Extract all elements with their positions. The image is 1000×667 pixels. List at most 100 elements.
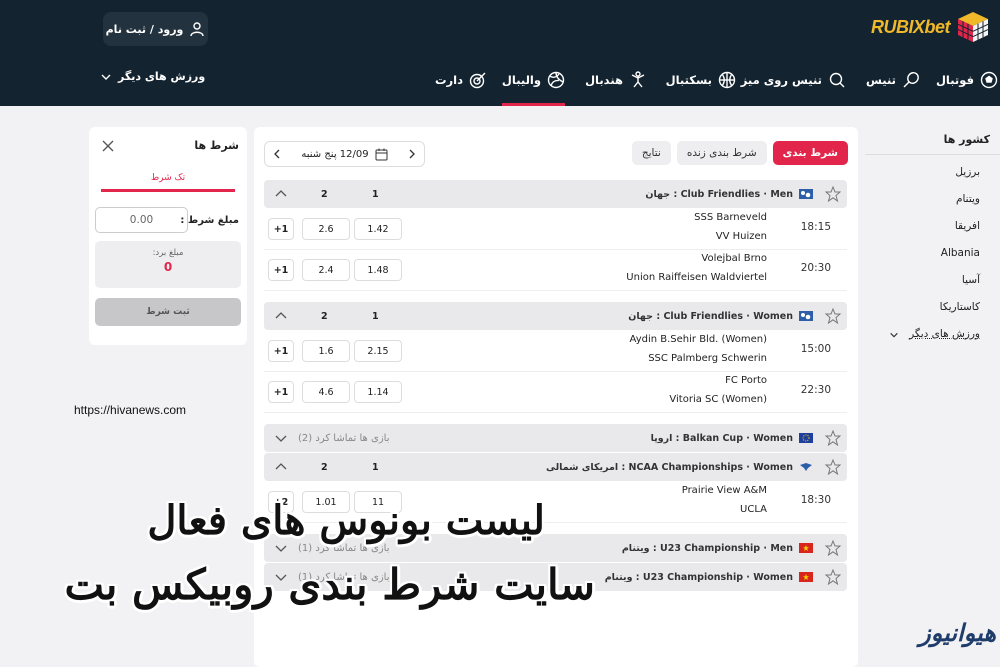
nav-label-handball: هندبال <box>585 73 623 87</box>
overlay-headline-2: سایت شرط بندی روبیکس بت <box>64 560 596 609</box>
country-item[interactable]: افریقا <box>865 213 1000 240</box>
more-sports-dropdown[interactable]: ورزش های دیگر <box>100 70 205 83</box>
logo-text: RUBIXbet <box>870 16 951 37</box>
match-row[interactable]: 15:00 Aydin B.Sehir Bld. (Women) SSC Pal… <box>264 331 847 372</box>
user-icon <box>190 22 205 37</box>
sports-nav: فوتبال تنیس تنیس روی میز بسکتبال هندبال … <box>0 58 1000 106</box>
table-tennis-icon <box>829 72 845 88</box>
odds-header-2: 2 <box>321 461 328 473</box>
odd-button-1[interactable]: 2.15 <box>354 340 402 362</box>
tab-prematch[interactable]: شرط بندی <box>772 141 848 165</box>
league-header[interactable]: Club Friendlies · Men : جهان 1 2 <box>264 180 847 208</box>
countries-title: کشور ها <box>865 127 1000 155</box>
nav-item-volleyball[interactable]: والیبال <box>501 68 566 106</box>
stake-input[interactable]: 0.00 <box>95 207 188 233</box>
country-item[interactable]: برزیل <box>865 159 1000 186</box>
calendar-icon[interactable] <box>375 148 388 161</box>
odds-header-2: 2 <box>321 310 328 322</box>
watched-count: بازی ها تماشا کرد (1) <box>298 542 390 554</box>
nav-item-basketball[interactable]: بسکتبال <box>666 68 736 92</box>
odd-button-1[interactable]: 1.48 <box>354 259 402 281</box>
odd-button-2[interactable]: 2.4 <box>302 259 350 281</box>
team-home: Aydin B.Sehir Bld. (Women) <box>629 334 767 345</box>
world-map-icon <box>799 311 813 321</box>
star-icon[interactable] <box>825 569 841 585</box>
country-item[interactable]: Albania <box>865 240 1000 267</box>
nav-item-table-tennis[interactable]: تنیس روی میز <box>741 68 846 92</box>
more-markets-button[interactable]: +1 <box>268 381 294 403</box>
nav-label-tennis: تنیس <box>866 73 896 87</box>
nav-item-football[interactable]: فوتبال <box>936 68 998 92</box>
darts-icon <box>469 72 486 89</box>
nav-label-basketball: بسکتبال <box>665 73 712 87</box>
vietnam-flag-icon <box>799 543 813 553</box>
tab-results[interactable]: نتایج <box>631 141 671 165</box>
star-icon[interactable] <box>825 540 841 556</box>
odd-button-2[interactable]: 1.6 <box>302 340 350 362</box>
match-time: 20:30 <box>800 262 831 274</box>
odd-button-2[interactable]: 2.6 <box>302 218 350 240</box>
league-header[interactable]: Balkan Cup · Women : اروپا بازی ها تماشا… <box>264 424 847 452</box>
betslip-title: شرط ها <box>194 139 239 152</box>
more-markets-button[interactable]: +1 <box>268 340 294 362</box>
odd-button-1[interactable]: 1.14 <box>354 381 402 403</box>
nav-label-table-tennis: تنیس روی میز <box>740 73 822 87</box>
match-row[interactable]: 18:15 SSS Barneveld VV Huizen 1.42 2.6 +… <box>264 209 847 250</box>
nav-label-football: فوتبال <box>935 73 974 87</box>
league-header[interactable]: NCAA Championships · Women : امریکای شما… <box>264 453 847 481</box>
nav-item-handball[interactable]: هندبال <box>585 68 647 92</box>
football-icon <box>980 71 998 89</box>
team-away: UCLA <box>740 504 767 515</box>
chevron-up-icon[interactable] <box>274 187 288 201</box>
country-item[interactable]: ویتنام <box>865 186 1000 213</box>
chevron-up-icon[interactable] <box>274 309 288 323</box>
league-header[interactable]: Club Friendlies · Women : جهان 1 2 <box>264 302 847 330</box>
more-markets-button[interactable]: +1 <box>268 218 294 240</box>
bet-tabs: شرط بندی شرط بندی زنده نتایج <box>631 141 848 165</box>
match-time: 22:30 <box>800 384 831 396</box>
star-icon[interactable] <box>825 186 841 202</box>
more-sports-label: ورزش های دیگر <box>118 70 206 83</box>
nav-item-darts[interactable]: دارت <box>435 68 487 92</box>
nav-label-darts: دارت <box>434 73 463 87</box>
logo[interactable]: RUBIXbet <box>871 10 990 44</box>
tab-single-bet[interactable]: تک شرط <box>101 173 235 192</box>
chevron-right-icon[interactable] <box>406 149 416 159</box>
more-sports-sidebar-label: ورزش های دیگر <box>909 328 980 340</box>
more-sports-sidebar[interactable]: ورزش های دیگر <box>865 321 1000 348</box>
login-register-button[interactable]: ورود / ثبت نام <box>103 12 208 46</box>
betslip: شرط ها تک شرط مبلغ شرط : 0.00 مبلغ برد: … <box>89 127 247 345</box>
match-row[interactable]: 20:30 Volejbal Brno Union Raiffeisen Wal… <box>264 250 847 291</box>
potential-win-label: مبلغ برد: <box>152 248 184 258</box>
vietnam-flag-icon <box>799 572 813 582</box>
odds-header-1: 1 <box>372 461 379 473</box>
login-register-label: ورود / ثبت نام <box>105 22 184 36</box>
team-home: Prairie View A&M <box>681 485 767 496</box>
odds-header-1: 1 <box>372 188 379 200</box>
overlay-headline-1: لیست بونوس های فعال <box>147 497 545 544</box>
chevron-down-icon[interactable] <box>274 431 288 445</box>
star-icon[interactable] <box>825 308 841 324</box>
place-bet-button[interactable]: ثبت شرط <box>95 298 241 326</box>
team-home: SSS Barneveld <box>694 212 767 223</box>
odd-button-2[interactable]: 4.6 <box>302 381 350 403</box>
odd-button-1[interactable]: 1.42 <box>354 218 402 240</box>
star-icon[interactable] <box>825 430 841 446</box>
tab-live[interactable]: شرط بندی زنده <box>676 141 767 165</box>
chevron-up-icon[interactable] <box>274 460 288 474</box>
more-markets-button[interactable]: +1 <box>268 259 294 281</box>
league-name: Balkan Cup · Women : اروپا <box>650 432 793 444</box>
chevron-left-icon[interactable] <box>273 149 283 159</box>
country-item[interactable]: کاستاریکا <box>865 294 1000 321</box>
rubik-cube-icon <box>957 12 989 42</box>
close-icon[interactable] <box>101 139 115 153</box>
stake-label: مبلغ شرط : <box>180 215 239 226</box>
watermark-logo: هیوانیوز <box>919 618 996 647</box>
watched-count: بازی ها تماشا کرد (2) <box>298 432 390 444</box>
match-row[interactable]: 22:30 FC Porto Vitoria SC (Women) 1.14 4… <box>264 372 847 413</box>
league-name: U23 Championship · Women : ویتنام <box>604 571 793 583</box>
country-item[interactable]: آسیا <box>865 267 1000 294</box>
date-label: 12/09 پنج شنبه <box>301 148 369 160</box>
star-icon[interactable] <box>825 459 841 475</box>
nav-item-tennis[interactable]: تنیس <box>866 68 920 92</box>
